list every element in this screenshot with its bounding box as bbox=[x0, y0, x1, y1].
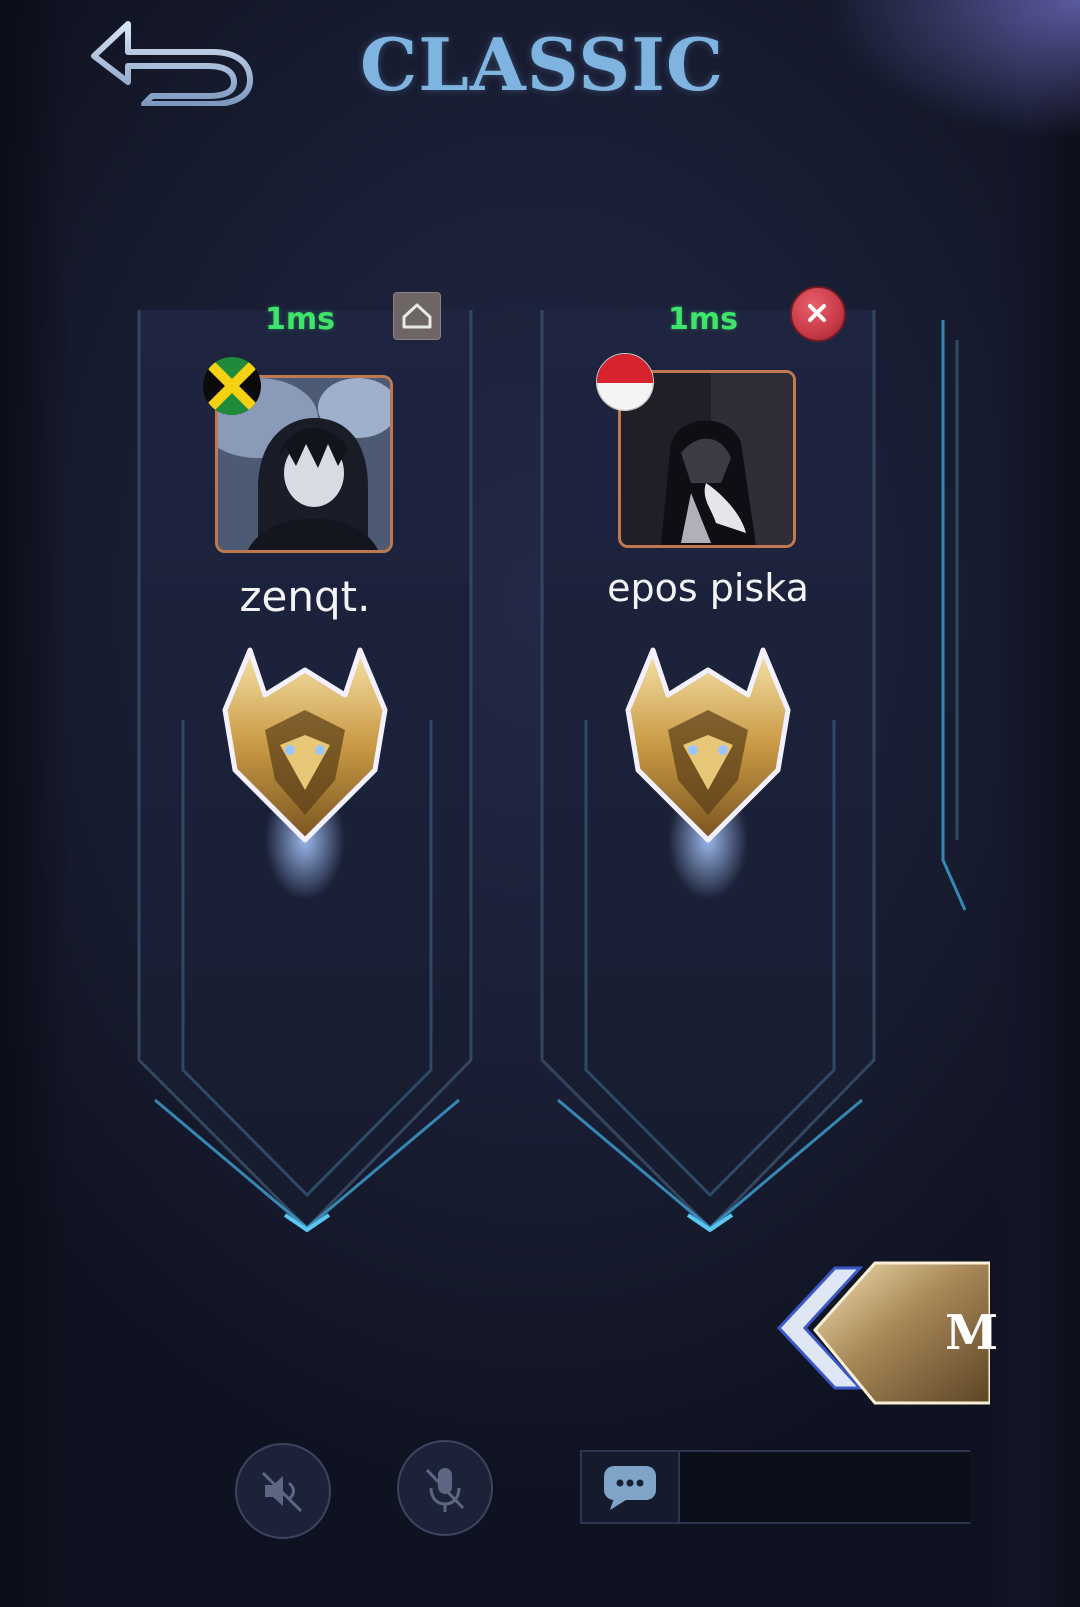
ping-indicator: 1ms bbox=[668, 302, 738, 337]
jamaica-flag bbox=[203, 357, 261, 415]
player-name: zenqt. bbox=[239, 572, 371, 621]
host-icon bbox=[402, 303, 432, 329]
mic-toggle-button[interactable] bbox=[397, 1440, 493, 1536]
back-button[interactable] bbox=[88, 16, 260, 107]
player-slot-2[interactable]: 1ms epos piska bbox=[538, 286, 878, 1240]
page-title: CLASSIC bbox=[360, 22, 725, 107]
start-match-label: M bbox=[945, 1305, 999, 1361]
right-edge-shade bbox=[990, 0, 1080, 1607]
chat-input-bar[interactable] bbox=[580, 1450, 970, 1524]
player-slot-3-partial bbox=[935, 320, 975, 920]
lobby-screen: CLASSIC 1ms zenqt. 1ms epos piska M bbox=[0, 0, 1080, 1607]
left-edge-shade bbox=[0, 0, 70, 1607]
back-arrow-icon bbox=[91, 21, 253, 107]
player-slot-1[interactable]: 1ms zenqt. bbox=[135, 292, 475, 1240]
player-name: epos piska bbox=[607, 566, 809, 610]
kick-icon bbox=[808, 304, 826, 322]
chat-button[interactable] bbox=[582, 1452, 680, 1522]
mythic-rank-emblem bbox=[205, 640, 405, 900]
indonesia-flag bbox=[596, 353, 654, 411]
speaker-muted-icon bbox=[261, 1471, 303, 1513]
speaker-toggle-button[interactable] bbox=[235, 1443, 331, 1539]
mic-muted-icon bbox=[425, 1468, 465, 1512]
ping-indicator: 1ms bbox=[265, 302, 335, 337]
kick-button[interactable] bbox=[790, 286, 846, 342]
host-badge bbox=[393, 292, 441, 340]
mythic-rank-emblem bbox=[608, 640, 808, 900]
chat-bubble-icon bbox=[604, 1466, 656, 1510]
top-right-glow bbox=[820, 0, 1080, 140]
